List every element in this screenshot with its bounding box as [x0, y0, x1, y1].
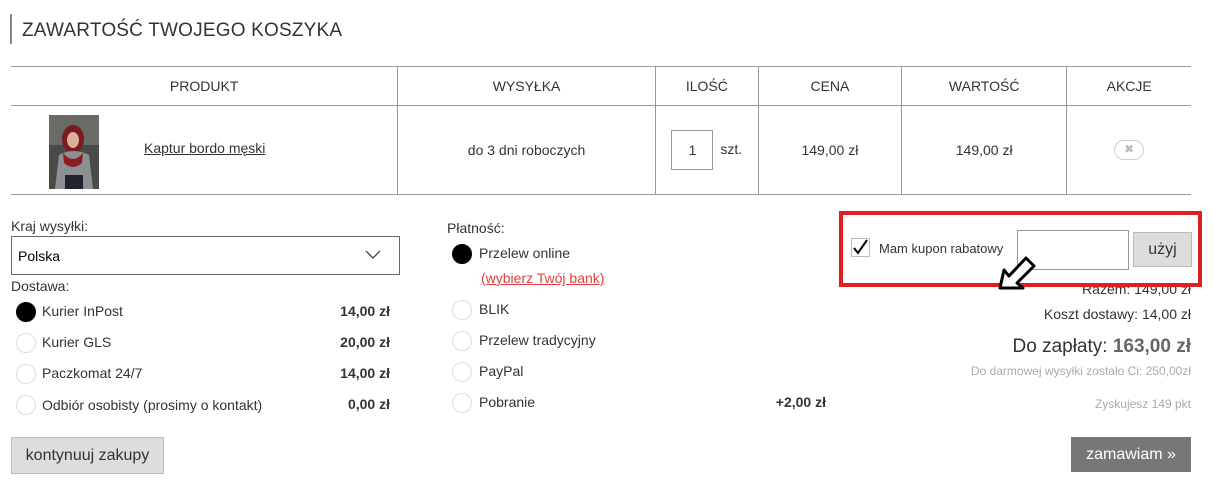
payment-cod-surcharge: +2,00 zł	[775, 394, 826, 410]
payment-radio-paypal[interactable]	[452, 362, 472, 382]
delivery-radio-pickup[interactable]	[16, 395, 36, 415]
total-label: Do zapłaty:	[1012, 336, 1108, 357]
total-to-pay: Do zapłaty: 163,00 zł	[1013, 336, 1192, 358]
payment-radio-cod[interactable]	[452, 393, 472, 413]
quantity-cell: 1 szt.	[654, 105, 759, 195]
country-select-value: Polska	[18, 248, 61, 264]
chevron-down-icon	[365, 250, 381, 259]
delivery-option-gls: Kurier GLS	[42, 334, 112, 350]
delivery-option-pickup: Odbiór osobisty (prosimy o kontakt)	[42, 397, 263, 413]
country-select[interactable]: Polska	[11, 236, 400, 275]
continue-shopping-button[interactable]: kontynuuj zakupy	[11, 437, 164, 474]
payment-label: Płatność:	[447, 220, 505, 236]
free-shipping-note: Do darmowej wysyłki zostało Ci: 250,00zł	[970, 364, 1191, 378]
delivery-price-paczkomat: 14,00 zł	[340, 365, 390, 381]
choose-bank-link[interactable]: (wybierz Twój bank)	[481, 270, 604, 286]
table-row: Kaptur bordo męski do 3 dni roboczych 1 …	[11, 105, 1191, 195]
total-value: 163,00 zł	[1112, 336, 1191, 357]
quantity-unit: szt.	[720, 140, 743, 157]
coupon-checkbox-label: Mam kupon rabatowy	[879, 241, 1004, 256]
column-header-price: CENA	[757, 66, 902, 106]
quantity-input[interactable]: 1	[671, 130, 714, 170]
delivery-option-paczkomat: Paczkomat 24/7	[42, 365, 143, 381]
payment-option-paypal: PayPal	[479, 363, 524, 379]
column-header-shipping: WYSYŁKA	[397, 66, 656, 106]
delivery-price-gls: 20,00 zł	[340, 334, 390, 350]
delivery-price-inpost: 14,00 zł	[340, 303, 390, 319]
delivery-radio-inpost[interactable]	[16, 302, 36, 322]
delivery-option-inpost: Kurier InPost	[42, 303, 123, 319]
shipping-cost-text: Koszt dostawy: 14,00 zł	[1043, 306, 1191, 322]
place-order-button[interactable]: zamawiam »	[1071, 437, 1191, 472]
column-header-value: WARTOŚĆ	[901, 66, 1067, 106]
price-cell: 149,00 zł	[757, 105, 902, 195]
delivery-radio-gls[interactable]	[16, 333, 36, 353]
mouse-cursor-icon	[998, 256, 1036, 290]
payment-radio-transfer[interactable]	[452, 331, 472, 351]
payment-option-cod: Pobranie	[479, 394, 536, 410]
coupon-checkbox[interactable]	[851, 238, 870, 257]
points-text: Zyskujesz 149 pkt	[1094, 397, 1191, 411]
value-cell: 149,00 zł	[901, 105, 1067, 195]
column-header-actions: AKCJE	[1066, 66, 1191, 106]
product-name-link[interactable]: Kaptur bordo męski	[144, 140, 265, 156]
apply-coupon-button[interactable]: użyj	[1133, 232, 1192, 267]
checkmark-icon	[853, 239, 868, 255]
remove-item-icon[interactable]: ✖	[1114, 140, 1145, 160]
payment-option-blik: BLIK	[479, 301, 510, 317]
product-thumbnail[interactable]	[49, 115, 99, 189]
actions-cell: ✖	[1066, 105, 1191, 195]
product-cell: Kaptur bordo męski	[11, 105, 398, 195]
country-label: Kraj wysyłki:	[11, 218, 89, 234]
delivery-price-pickup: 0,00 zł	[347, 396, 390, 412]
column-header-product: PRODUKT	[11, 66, 398, 106]
payment-option-transfer: Przelew tradycyjny	[479, 332, 596, 348]
payment-radio-online[interactable]	[452, 244, 472, 264]
shipping-time-cell: do 3 dni roboczych	[397, 105, 656, 195]
cart-table: PRODUKT WYSYŁKA ILOŚĆ CENA WARTOŚĆ AKCJE…	[11, 66, 1191, 195]
page-title: ZAWARTOŚĆ TWOJEGO KOSZYKA	[10, 14, 342, 44]
payment-option-online: Przelew online	[479, 245, 571, 261]
delivery-label: Dostawa:	[11, 278, 70, 294]
column-header-quantity: ILOŚĆ	[654, 66, 759, 106]
delivery-radio-paczkomat[interactable]	[16, 364, 36, 384]
table-header-row: PRODUKT WYSYŁKA ILOŚĆ CENA WARTOŚĆ AKCJE	[11, 66, 1191, 106]
payment-radio-blik[interactable]	[452, 300, 472, 320]
